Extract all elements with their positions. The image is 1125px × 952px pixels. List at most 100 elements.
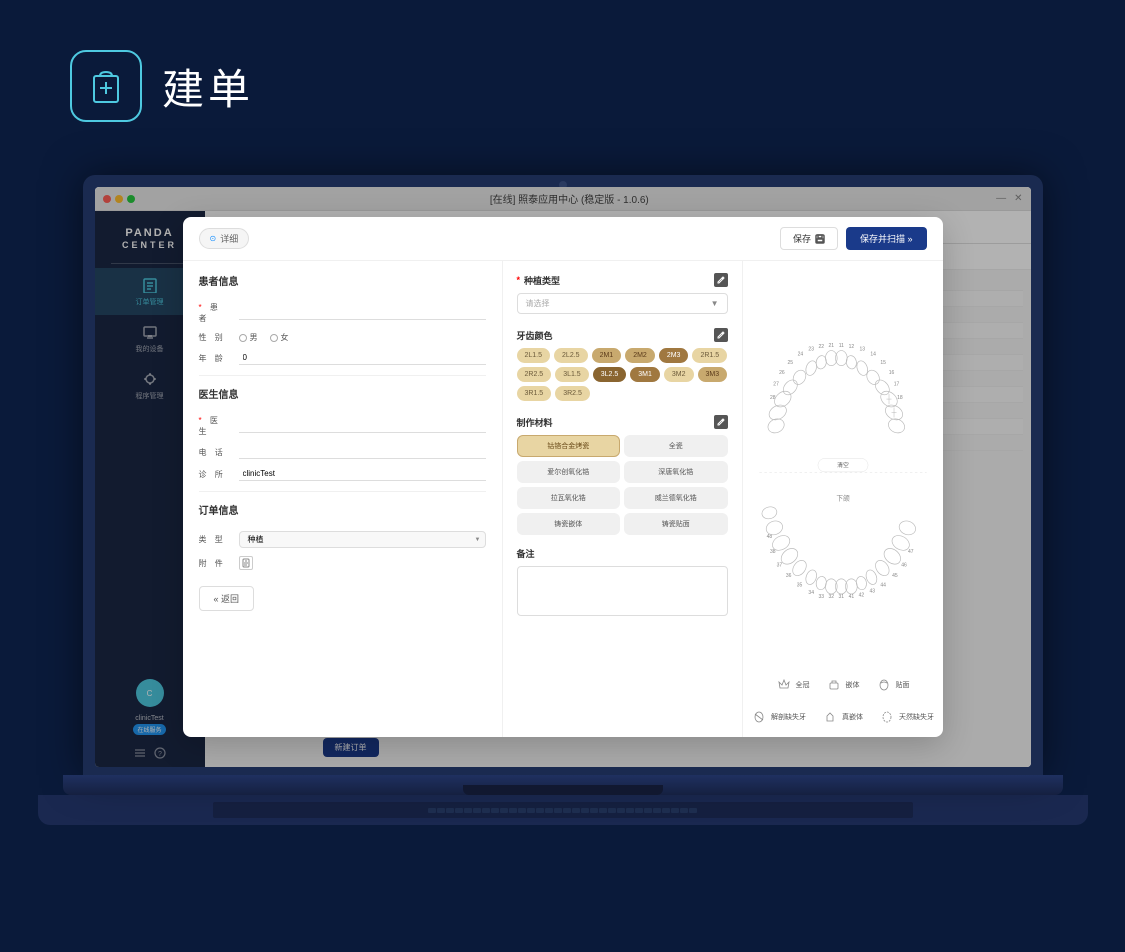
material-chip-porcelain-veneer[interactable]: 铸瓷贴面 — [624, 513, 728, 535]
clinic-label: 诊 所 — [199, 469, 235, 480]
material-chip-zirconia-porcelain[interactable]: 钴铬合金烤瓷 — [517, 435, 621, 457]
svg-text:22: 22 — [818, 344, 824, 350]
mini-key — [527, 808, 535, 813]
save-button[interactable]: 保存 — [780, 227, 838, 250]
svg-text:23: 23 — [808, 347, 814, 353]
gender-female-radio[interactable]: 女 — [270, 332, 289, 343]
order-type-dropdown[interactable]: 种植 ▼ — [239, 531, 486, 548]
patient-name-input[interactable] — [239, 306, 486, 320]
notes-section: 备注 — [517, 547, 728, 621]
color-chip-2R1.5[interactable]: 2R1.5 — [692, 348, 727, 363]
color-chip-3R1.5[interactable]: 3R1.5 — [517, 386, 552, 401]
modal-middle-panel: * 种植类型 — [503, 261, 743, 737]
mini-key — [482, 808, 490, 813]
color-chip-2M1[interactable]: 2M1 — [592, 348, 622, 363]
breadcrumb-label: 详细 — [220, 232, 238, 245]
clinic-input[interactable] — [239, 467, 486, 481]
material-chip-cast-porcelain[interactable]: 铸瓷嵌体 — [517, 513, 621, 535]
color-chip-2M3[interactable]: 2M3 — [659, 348, 689, 363]
app-header: 建单 — [70, 50, 254, 122]
gender-male-radio[interactable]: 男 — [239, 332, 258, 343]
color-chip-3L1.5[interactable]: 3L1.5 — [555, 367, 589, 382]
color-chip-3R2.5[interactable]: 3R2.5 — [555, 386, 590, 401]
material-chip-full-porcelain[interactable]: 全瓷 — [624, 435, 728, 457]
notes-textarea[interactable] — [517, 566, 728, 616]
mini-key — [635, 808, 643, 813]
material-edit-icon[interactable] — [714, 415, 728, 429]
missing-damaged-icon — [751, 709, 767, 725]
attachment-icon[interactable] — [239, 556, 253, 570]
svg-text:清空: 清空 — [837, 461, 849, 469]
order-type-select[interactable]: 种植 ▼ — [239, 531, 486, 548]
mini-key — [671, 808, 679, 813]
mini-key — [626, 808, 634, 813]
attachment-label: 附 件 — [199, 558, 235, 569]
material-section: 制作材料 — [517, 415, 728, 535]
save-scan-button[interactable]: 保存并扫描 » — [846, 227, 927, 250]
modal-right-panel: 上颌 下颌 清空 11 — [743, 261, 943, 737]
laptop-keyboard — [38, 795, 1088, 825]
save-icon — [815, 234, 825, 244]
material-label: 制作材料 — [517, 415, 728, 429]
color-chip-3M3[interactable]: 3M3 — [698, 367, 728, 382]
modal-overlay: ⊙ 详细 保存 — [95, 187, 1031, 767]
mini-key — [500, 808, 508, 813]
app-icon — [70, 50, 142, 122]
mini-key — [491, 808, 499, 813]
female-radio-circle[interactable] — [270, 334, 278, 342]
mini-key — [554, 808, 562, 813]
material-chip-vita-zirconia[interactable]: 威兰德氧化锆 — [624, 487, 728, 509]
mini-key — [536, 808, 544, 813]
notes-label: 备注 — [517, 547, 728, 560]
svg-text:36: 36 — [785, 573, 791, 579]
legend-natural-missing: 天然缺失牙 — [879, 709, 934, 725]
color-chip-2M2[interactable]: 2M2 — [625, 348, 655, 363]
svg-text:18: 18 — [897, 395, 903, 401]
mini-key — [563, 808, 571, 813]
svg-text:17: 17 — [893, 382, 899, 388]
gender-row: 性 别 男 女 — [199, 332, 486, 343]
key-row — [428, 808, 697, 813]
phone-input[interactable] — [239, 445, 486, 459]
inlay-label: 嵌体 — [846, 680, 860, 690]
color-chip-3L2.5[interactable]: 3L2.5 — [593, 367, 627, 382]
tooth-color-label: 牙齿颜色 — [517, 328, 728, 342]
svg-text:37: 37 — [776, 562, 782, 568]
color-edit-icon[interactable] — [714, 328, 728, 342]
material-chip-lavacam[interactable]: 拉瓦氧化锆 — [517, 487, 621, 509]
material-chip-ivoclar[interactable]: 爱尔创氧化锆 — [517, 461, 621, 483]
color-chip-2R2.5[interactable]: 2R2.5 — [517, 367, 552, 382]
mini-key — [590, 808, 598, 813]
doctor-input[interactable] — [239, 419, 486, 433]
color-chip-3M1[interactable]: 3M1 — [630, 367, 660, 382]
svg-text:41: 41 — [848, 594, 854, 600]
phone-label: 电 话 — [199, 447, 235, 458]
implant-type-dropdown[interactable]: 请选择 ▼ — [517, 293, 728, 314]
color-chip-grid: 2L1.5 2L2.5 2M1 2M2 2M3 2R1.5 2R2.5 3L1.… — [517, 348, 728, 401]
svg-text:13: 13 — [859, 347, 865, 353]
legend-veneer: 贴面 — [876, 677, 910, 693]
patient-name-row: 患 者 — [199, 302, 486, 324]
svg-text:12: 12 — [848, 344, 854, 350]
gender-radio-group: 男 女 — [239, 332, 289, 343]
mini-key — [653, 808, 661, 813]
mini-key — [464, 808, 472, 813]
color-chip-2L2.5[interactable]: 2L2.5 — [554, 348, 588, 363]
attachment-row: 附 件 — [199, 556, 486, 570]
age-input[interactable] — [239, 351, 486, 365]
tooth-diagram-svg: 上颌 下颌 清空 11 — [751, 269, 935, 673]
material-chip-deep-zirconia[interactable]: 深唐氧化锆 — [624, 461, 728, 483]
color-chip-3M2[interactable]: 3M2 — [664, 367, 694, 382]
svg-text:31: 31 — [838, 594, 844, 600]
female-label: 女 — [281, 332, 289, 343]
male-radio-circle[interactable] — [239, 334, 247, 342]
mini-key — [428, 808, 436, 813]
edit-icon[interactable] — [714, 273, 728, 287]
legend-inlay: 嵌体 — [826, 677, 860, 693]
age-label: 年 龄 — [199, 353, 235, 364]
laptop-base — [63, 775, 1063, 795]
mini-key — [545, 808, 553, 813]
return-button[interactable]: « 返回 — [199, 586, 255, 611]
color-chip-2L1.5[interactable]: 2L1.5 — [517, 348, 551, 363]
svg-text:33: 33 — [818, 594, 824, 600]
